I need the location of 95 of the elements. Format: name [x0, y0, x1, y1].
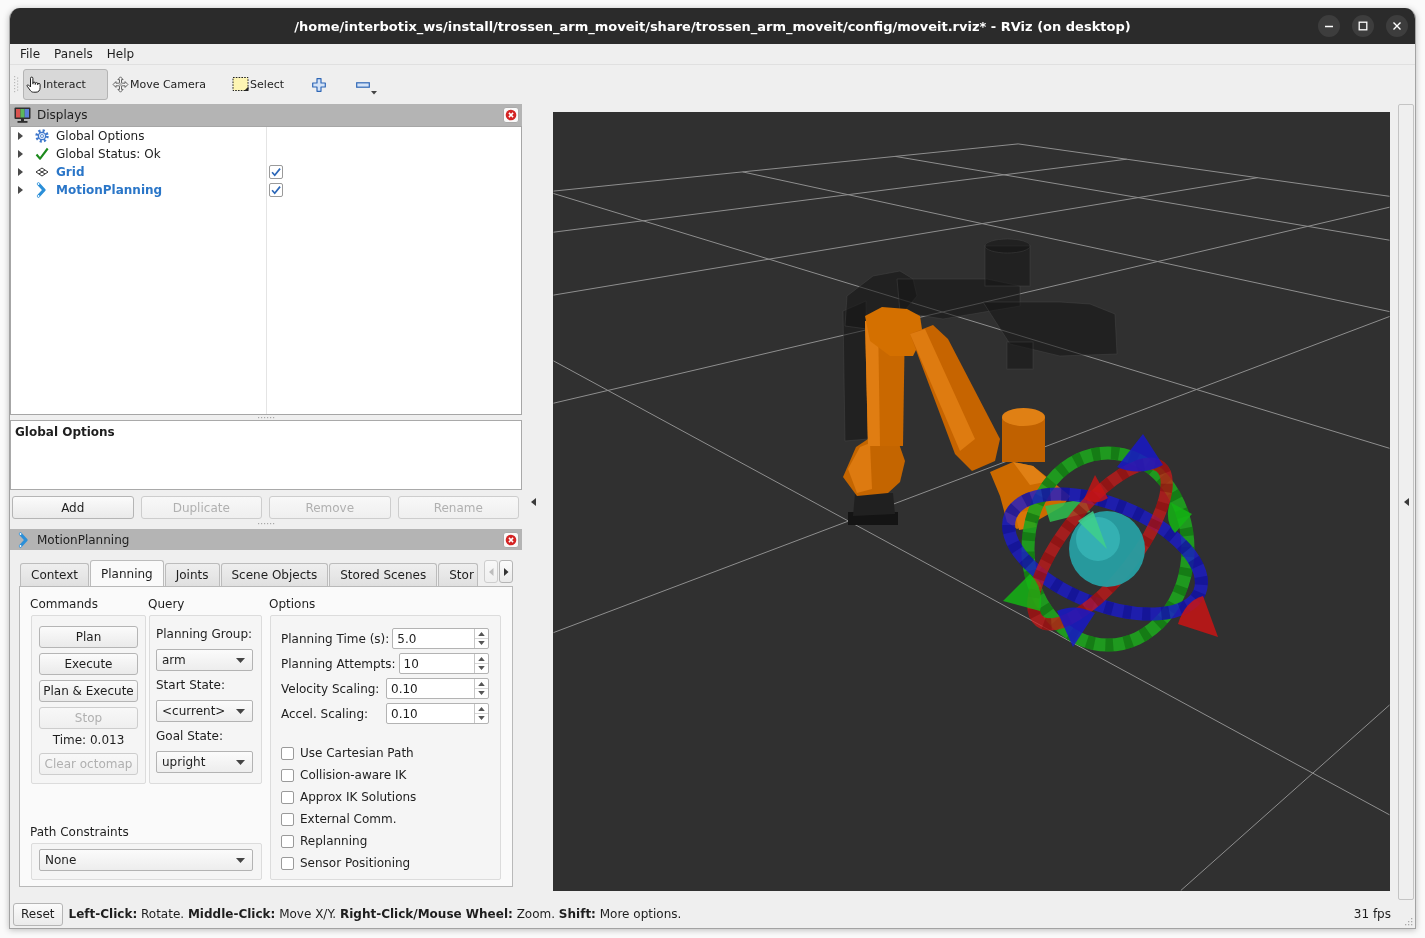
description-title: Global Options — [15, 425, 115, 439]
spin-box[interactable]: 5.0 — [392, 628, 489, 649]
field-label: Goal State: — [156, 729, 224, 744]
collapse-arrow-icon[interactable] — [531, 498, 536, 506]
panel-button[interactable]: Add — [12, 496, 134, 519]
tab[interactable]: Scene Objects — [220, 563, 329, 586]
command-button[interactable]: Execute — [39, 653, 138, 675]
command-button[interactable]: Plan — [39, 626, 138, 648]
caret-icon — [371, 91, 378, 95]
tree-item[interactable]: Global Options — [56, 129, 145, 143]
resize-grip-icon[interactable] — [1403, 916, 1413, 926]
menu-item[interactable]: File — [13, 44, 48, 64]
tab[interactable]: Planning — [90, 560, 164, 586]
checkbox-label[interactable]: Approx IK Solutions — [300, 790, 417, 804]
menu-item[interactable]: Panels — [47, 44, 100, 64]
checkbox[interactable] — [269, 165, 283, 179]
spin-box[interactable]: 0.10 — [386, 678, 489, 699]
field-label: Velocity Scaling: — [281, 681, 381, 696]
checkbox-label[interactable]: Replanning — [300, 834, 368, 848]
expand-arrow-icon[interactable] — [18, 168, 23, 176]
monitor-icon — [14, 107, 31, 123]
checkbox[interactable] — [281, 856, 294, 870]
time-label: Time: 0.013 — [51, 733, 126, 748]
checkbox[interactable] — [281, 790, 294, 804]
right-arrow-icon — [503, 567, 509, 576]
tab[interactable]: Joints — [164, 563, 220, 586]
checkbox-label[interactable]: External Comm. — [300, 812, 397, 826]
command-button[interactable]: Plan & Execute — [39, 680, 138, 702]
tab[interactable]: Context — [20, 563, 89, 586]
checkbox-label[interactable]: Sensor Positioning — [300, 856, 411, 870]
dropdown[interactable]: <current> — [156, 700, 253, 722]
check-icon — [35, 147, 49, 161]
maximize-icon[interactable] — [1352, 15, 1374, 37]
grip-icon[interactable] — [14, 76, 19, 93]
selection-box-icon — [232, 76, 250, 93]
tab[interactable]: Stored Scenes — [329, 563, 438, 586]
window-title: /home/interbotix_ws/install/trossen_arm_moveit/share/trossen_arm_moveit/config/moveit.rviz* - RViz (on desktop) — [294, 18, 1131, 34]
dropdown-arrow-icon — [236, 657, 245, 663]
dropdown[interactable]: arm — [156, 649, 253, 671]
dropdown[interactable]: upright — [156, 751, 253, 773]
spin-arrows-icon[interactable] — [474, 654, 488, 673]
dropdown-arrow-icon — [236, 857, 245, 863]
group-label: Query — [148, 597, 186, 612]
checkbox[interactable] — [281, 812, 294, 826]
move-arrows-icon — [111, 76, 129, 93]
dropdown-arrow-icon — [236, 708, 245, 714]
field-label: Planning Time (s): — [281, 631, 390, 646]
tab-scroll-button[interactable] — [499, 560, 513, 583]
spin-arrows-icon[interactable] — [474, 704, 488, 723]
field-label: Planning Group: — [156, 627, 253, 642]
collapse-arrow-icon[interactable] — [1403, 498, 1409, 506]
checkbox[interactable] — [281, 834, 294, 848]
left-arrow-icon — [488, 567, 494, 576]
panel-title: Displays — [37, 108, 89, 122]
dropdown-arrow-icon — [236, 759, 245, 765]
plus-icon — [312, 77, 327, 92]
group-label: Commands — [30, 597, 99, 612]
panel-title: MotionPlanning — [37, 532, 131, 547]
dropdown[interactable]: None — [39, 849, 253, 871]
tree-item[interactable]: Grid — [56, 165, 85, 179]
spin-box[interactable]: 0.10 — [386, 703, 489, 724]
checkbox[interactable] — [281, 746, 294, 760]
checkbox[interactable] — [281, 768, 294, 782]
checkbox-label[interactable]: Collision-aware IK — [300, 768, 407, 782]
hand-icon — [25, 76, 42, 93]
pose-marker-drawing[interactable] — [1002, 434, 1218, 652]
spin-box[interactable]: 10 — [398, 653, 489, 674]
field-label: Accel. Scaling: — [281, 706, 370, 721]
expand-arrow-icon[interactable] — [18, 186, 23, 194]
grid-icon — [35, 165, 49, 179]
gear-icon — [35, 129, 49, 143]
group-label: Path Constraints — [30, 824, 130, 840]
spin-arrows-icon[interactable] — [474, 679, 488, 698]
grip-icon[interactable] — [257, 416, 275, 419]
field-label: Planning Attempts: — [281, 656, 396, 671]
tool-button[interactable]: Move Camera — [109, 69, 229, 100]
menu-item[interactable]: Help — [99, 44, 142, 64]
tree-item[interactable]: Global Status: Ok — [56, 147, 161, 161]
checkbox-label[interactable]: Use Cartesian Path — [300, 746, 414, 760]
tool-button[interactable]: Select — [230, 69, 307, 100]
fps-counter: 31 fps — [1353, 907, 1391, 921]
field-label: Start State: — [156, 678, 226, 693]
tool-button[interactable]: Interact — [23, 69, 108, 100]
tab[interactable]: Stor — [438, 563, 478, 586]
chevron-icon — [17, 531, 29, 548]
reset-button[interactable]: Reset — [13, 902, 63, 926]
tree-item[interactable]: MotionPlanning — [56, 183, 163, 197]
minimize-icon[interactable] — [1318, 15, 1340, 37]
spin-arrows-icon[interactable] — [474, 629, 488, 648]
expand-arrow-icon[interactable] — [18, 132, 23, 140]
hint-text: Left-Click: Rotate. Middle-Click: Move X/Y. Right-Click/Mouse Wheel: Zoom. Shift: More options. — [68, 907, 682, 921]
expand-arrow-icon[interactable] — [18, 150, 23, 158]
close-icon[interactable] — [1386, 15, 1408, 37]
checkbox[interactable] — [269, 183, 283, 197]
group-label: Options — [269, 597, 317, 612]
